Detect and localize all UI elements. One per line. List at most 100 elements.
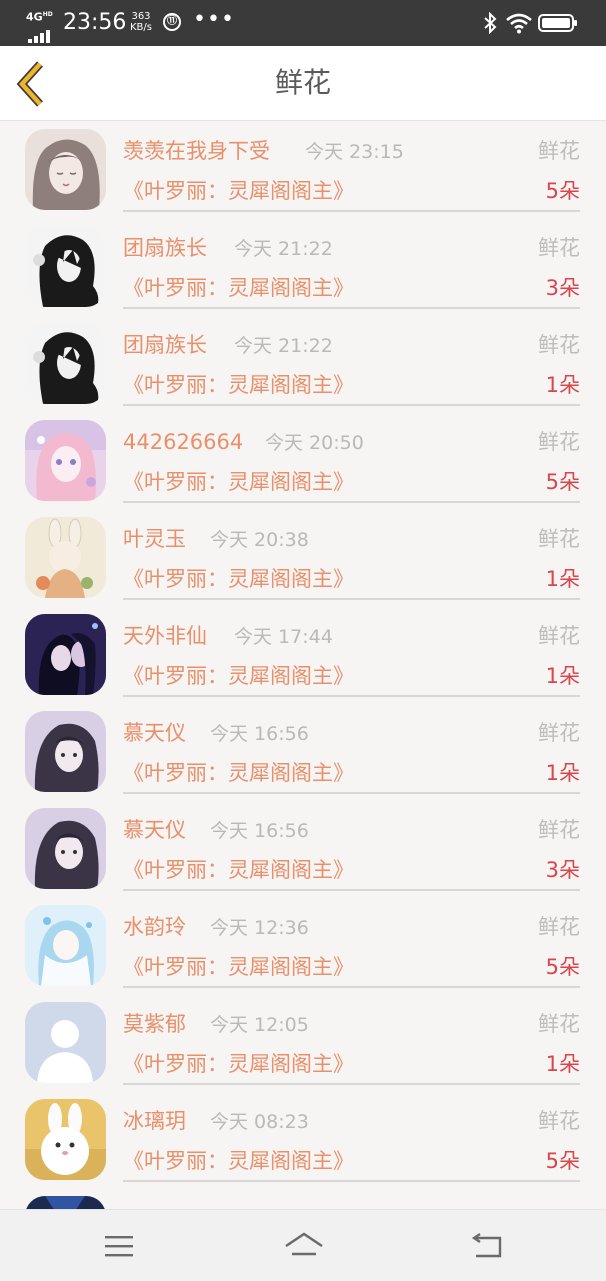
- target-book[interactable]: 《叶罗丽：灵犀阁阁主》: [123, 758, 354, 788]
- sender-name: 慕天仪: [123, 818, 186, 842]
- gift-quantity: 1朵: [545, 373, 580, 397]
- header: 鲜花: [0, 46, 606, 121]
- send-time: 今天 16:56: [210, 820, 309, 842]
- divider: [123, 695, 580, 697]
- sender-name: 慕天仪: [123, 721, 186, 745]
- signal-icon: 4GHD: [26, 9, 56, 43]
- avatar[interactable]: [25, 614, 106, 695]
- avatar[interactable]: [25, 1002, 106, 1083]
- avatar[interactable]: [25, 129, 106, 210]
- gift-type: 鲜花: [538, 1109, 580, 1133]
- gift-quantity: 5朵: [545, 955, 580, 979]
- status-time: 23:56: [63, 10, 127, 35]
- divider: [123, 889, 580, 891]
- gift-type: 鲜花: [538, 527, 580, 551]
- send-time: 今天 20:38: [210, 529, 309, 551]
- gift-type: 鲜花: [538, 818, 580, 842]
- back-icon: [471, 1233, 502, 1258]
- gift-record-list[interactable]: 羡羡在我身下受 今天 23:15 鲜花 《叶罗丽：灵犀阁阁主》 5朵 团扇族长 …: [0, 121, 606, 1209]
- list-item[interactable]: 羡羡在我身下受 今天 23:15 鲜花 《叶罗丽：灵犀阁阁主》 5朵: [0, 121, 606, 218]
- target-book[interactable]: 《叶罗丽：灵犀阁阁主》: [123, 370, 354, 400]
- target-book[interactable]: 《叶罗丽：灵犀阁阁主》: [123, 1049, 354, 1079]
- gift-quantity: 5朵: [545, 470, 580, 494]
- gift-type: 鲜花: [538, 915, 580, 939]
- gift-type: 鲜花: [538, 236, 580, 260]
- divider: [123, 986, 580, 988]
- list-item[interactable]: 团扇族长 今天 21:22 鲜花 《叶罗丽：灵犀阁阁主》 3朵: [0, 218, 606, 315]
- bluetooth-icon: [484, 12, 497, 34]
- home-button[interactable]: [282, 1228, 326, 1264]
- list-item[interactable]: 慕天仪 今天 16:56 鲜花 《叶罗丽：灵犀阁阁主》 1朵: [0, 703, 606, 800]
- avatar[interactable]: [25, 808, 106, 889]
- sender-name: 莫紫郁: [123, 1012, 186, 1036]
- send-time: 今天 21:22: [234, 335, 333, 357]
- avatar[interactable]: [25, 517, 106, 598]
- send-time: 今天 08:23: [210, 1111, 309, 1133]
- sender-name: 团扇族长: [123, 236, 207, 260]
- gift-quantity: 1朵: [545, 664, 580, 688]
- status-bar: 4GHD 23:56 363 KB/s ⑪ •••: [0, 0, 606, 46]
- menu-button[interactable]: [97, 1228, 141, 1264]
- network-speed: 363 KB/s: [130, 11, 152, 33]
- send-time: 今天 20:50: [265, 432, 364, 454]
- network-type: 4G: [26, 10, 43, 24]
- list-item[interactable]: 莫紫郁 今天 12:05 鲜花 《叶罗丽：灵犀阁阁主》 1朵: [0, 994, 606, 1091]
- send-time: 今天 16:56: [210, 723, 309, 745]
- avatar[interactable]: [25, 1099, 106, 1180]
- more-notifications-icon: •••: [193, 7, 235, 32]
- avatar[interactable]: [25, 711, 106, 792]
- target-book[interactable]: 《叶罗丽：灵犀阁阁主》: [123, 564, 354, 594]
- list-item[interactable]: [0, 1188, 606, 1209]
- home-icon: [285, 1232, 323, 1256]
- system-nav-bar: [0, 1209, 606, 1281]
- gift-quantity: 1朵: [545, 761, 580, 785]
- target-book[interactable]: 《叶罗丽：灵犀阁阁主》: [123, 952, 354, 982]
- list-item[interactable]: 442626664 今天 20:50 鲜花 《叶罗丽：灵犀阁阁主》 5朵: [0, 412, 606, 509]
- avatar[interactable]: [25, 420, 106, 501]
- app-badge-icon: ⑪: [163, 13, 181, 31]
- list-item[interactable]: 天外非仙 今天 17:44 鲜花 《叶罗丽：灵犀阁阁主》 1朵: [0, 606, 606, 703]
- network-speed-unit: KB/s: [130, 22, 152, 33]
- target-book[interactable]: 《叶罗丽：灵犀阁阁主》: [123, 176, 354, 206]
- sender-name: 水韵玲: [123, 915, 186, 939]
- avatar[interactable]: [25, 1196, 106, 1209]
- sender-name: 冰璃玥: [123, 1109, 186, 1133]
- target-book[interactable]: 《叶罗丽：灵犀阁阁主》: [123, 855, 354, 885]
- gift-quantity: 5朵: [545, 1149, 580, 1173]
- list-item[interactable]: 叶灵玉 今天 20:38 鲜花 《叶罗丽：灵犀阁阁主》 1朵: [0, 509, 606, 606]
- target-book[interactable]: 《叶罗丽：灵犀阁阁主》: [123, 467, 354, 497]
- gift-quantity: 1朵: [545, 567, 580, 591]
- send-time: 今天 12:36: [210, 917, 309, 939]
- divider: [123, 307, 580, 309]
- divider: [123, 598, 580, 600]
- divider: [123, 404, 580, 406]
- avatar[interactable]: [25, 905, 106, 986]
- target-book[interactable]: 《叶罗丽：灵犀阁阁主》: [123, 273, 354, 303]
- avatar[interactable]: [25, 226, 106, 307]
- network-speed-value: 363: [131, 11, 151, 22]
- gift-quantity: 1朵: [545, 1052, 580, 1076]
- page-title: 鲜花: [274, 66, 331, 99]
- sender-name: 羡羡在我身下受: [123, 139, 270, 163]
- list-item[interactable]: 慕天仪 今天 16:56 鲜花 《叶罗丽：灵犀阁阁主》 3朵: [0, 800, 606, 897]
- battery-icon: [538, 14, 577, 32]
- avatar[interactable]: [25, 323, 106, 404]
- gift-type: 鲜花: [538, 139, 580, 163]
- send-time: 今天 21:22: [234, 238, 333, 260]
- menu-icon: [105, 1236, 133, 1257]
- list-item[interactable]: 冰璃玥 今天 08:23 鲜花 《叶罗丽：灵犀阁阁主》 5朵: [0, 1091, 606, 1188]
- send-time: 今天 17:44: [234, 626, 333, 648]
- target-book[interactable]: 《叶罗丽：灵犀阁阁主》: [123, 1146, 354, 1176]
- sender-name: 442626664: [123, 430, 244, 454]
- list-item[interactable]: 团扇族长 今天 21:22 鲜花 《叶罗丽：灵犀阁阁主》 1朵: [0, 315, 606, 412]
- gift-quantity: 5朵: [545, 179, 580, 203]
- target-book[interactable]: 《叶罗丽：灵犀阁阁主》: [123, 661, 354, 691]
- gift-quantity: 3朵: [545, 858, 580, 882]
- gift-type: 鲜花: [538, 333, 580, 357]
- system-back-button[interactable]: [466, 1228, 510, 1264]
- sender-name: 叶灵玉: [123, 527, 186, 551]
- list-item[interactable]: 水韵玲 今天 12:36 鲜花 《叶罗丽：灵犀阁阁主》 5朵: [0, 897, 606, 994]
- send-time: 今天 23:15: [305, 141, 404, 163]
- sender-name: 天外非仙: [123, 624, 207, 648]
- gift-type: 鲜花: [538, 624, 580, 648]
